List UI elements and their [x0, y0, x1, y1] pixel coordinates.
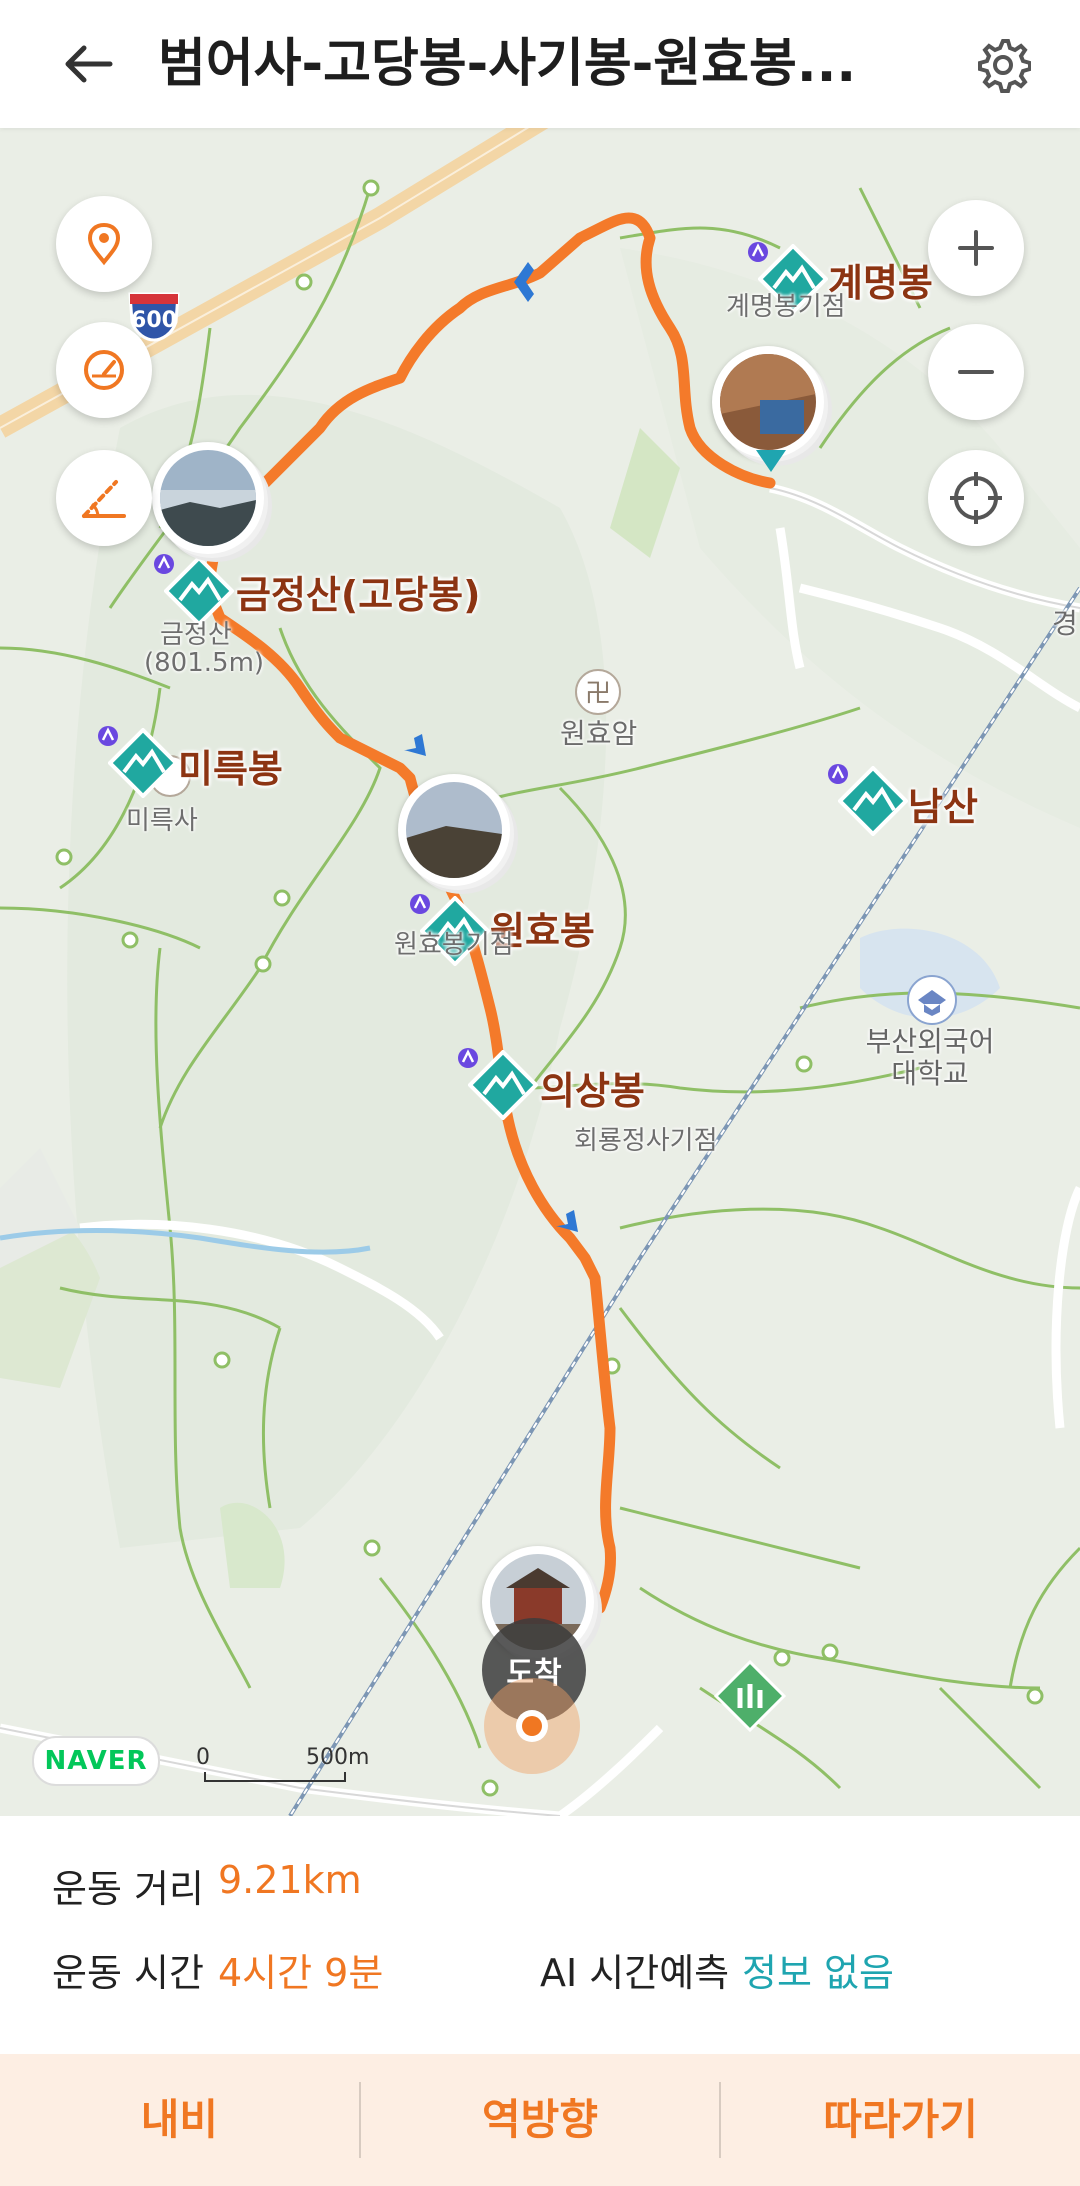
photo-thumbnail	[720, 354, 816, 450]
peak-label-namsan: 남산	[908, 785, 978, 829]
photo-pin-1[interactable]	[152, 442, 272, 572]
time-label: 운동 시간	[52, 1951, 204, 1995]
action-bar: 내비 역방향 따라가기	[0, 2054, 1080, 2186]
route-info-panel: 운동 거리 9.21km 운동 시간 4시간 9분 AI 시간예측 정보 없음	[0, 1816, 1080, 2056]
page-title: 범어사-고당봉-사기봉-원효봉...	[158, 34, 857, 94]
slope-icon	[82, 480, 126, 518]
minus-icon	[958, 370, 994, 374]
location-button[interactable]	[56, 196, 152, 292]
slope-button[interactable]	[56, 450, 152, 546]
badge-icon	[98, 726, 118, 746]
peak-marker-uisangbong[interactable]	[458, 1048, 539, 1121]
badge-icon	[458, 1048, 478, 1068]
zoom-in-button[interactable]	[928, 200, 1024, 296]
highway-number: 600	[131, 308, 177, 333]
map-pin-icon	[87, 222, 121, 266]
map-view[interactable]: 卍 600 계명봉 계명봉기점 금정산(고당봉) 금정산 (801.5m) 미륵…	[0, 128, 1080, 1816]
navi-button[interactable]: 내비	[0, 2054, 359, 2186]
peak-sub-geumjeongsan: 금정산	[160, 620, 232, 650]
peak-label-geumjeongsan: 금정산(고당봉)	[236, 573, 481, 617]
pin-tail-icon	[756, 450, 786, 472]
ai-time-label: AI 시간예측	[540, 1951, 730, 1995]
peak-label-uisangbong: 의상봉	[540, 1069, 645, 1113]
plus-icon	[958, 230, 994, 266]
photo-pin-2[interactable]	[712, 346, 832, 476]
badge-icon	[748, 242, 768, 262]
naver-logo: NAVER	[32, 1736, 160, 1786]
follow-button[interactable]: 따라가기	[721, 2054, 1080, 2186]
peak-sub-wonhyobong: 원효봉기점	[394, 930, 514, 960]
scale-distance: 500m	[306, 1745, 370, 1770]
current-location-marker	[484, 1678, 580, 1774]
peak-sub-mireukbong: 미륵사	[126, 806, 198, 836]
arrow-left-icon	[65, 45, 113, 83]
peak-marker-mireukbong[interactable]	[98, 726, 179, 799]
badge-icon	[828, 764, 848, 784]
photo-thumbnail	[406, 782, 502, 878]
svg-text:卍: 卍	[585, 679, 611, 709]
ai-time-value: 정보 없음	[742, 1951, 894, 1995]
peak-elevation-geumjeongsan: (801.5m)	[144, 648, 265, 678]
reverse-button[interactable]: 역방향	[361, 2054, 720, 2186]
speed-button[interactable]	[56, 322, 152, 418]
poi-label-temple: 원효암	[560, 717, 638, 750]
scale-zero: 0	[196, 1745, 210, 1770]
edge-label: 경	[1052, 607, 1078, 640]
photo-pin-3[interactable]	[398, 774, 518, 904]
peak-marker-namsan[interactable]	[828, 764, 909, 837]
speedometer-icon	[84, 350, 124, 390]
settings-button[interactable]	[968, 30, 1038, 100]
header: 범어사-고당봉-사기봉-원효봉...	[0, 0, 1080, 128]
peak-sub-gyemyeongbong: 계명봉기점	[726, 292, 846, 322]
peak-sub-uisangbong: 회룡정사기점	[574, 1126, 718, 1156]
poi-label-university: 부산외국어 대학교	[865, 1025, 995, 1090]
gps-button[interactable]	[928, 450, 1024, 546]
photo-thumbnail	[160, 450, 256, 546]
time-value: 4시간 9분	[218, 1951, 384, 1995]
scale-bar	[204, 1772, 346, 1782]
distance-value: 9.21km	[218, 1858, 362, 1902]
distance-label: 운동 거리	[52, 1867, 204, 1911]
back-button[interactable]	[52, 30, 124, 98]
crosshair-icon	[950, 472, 1002, 524]
gear-icon	[978, 39, 1031, 93]
peak-label-mireukbong: 미륵봉	[178, 747, 283, 791]
zoom-out-button[interactable]	[928, 324, 1024, 420]
